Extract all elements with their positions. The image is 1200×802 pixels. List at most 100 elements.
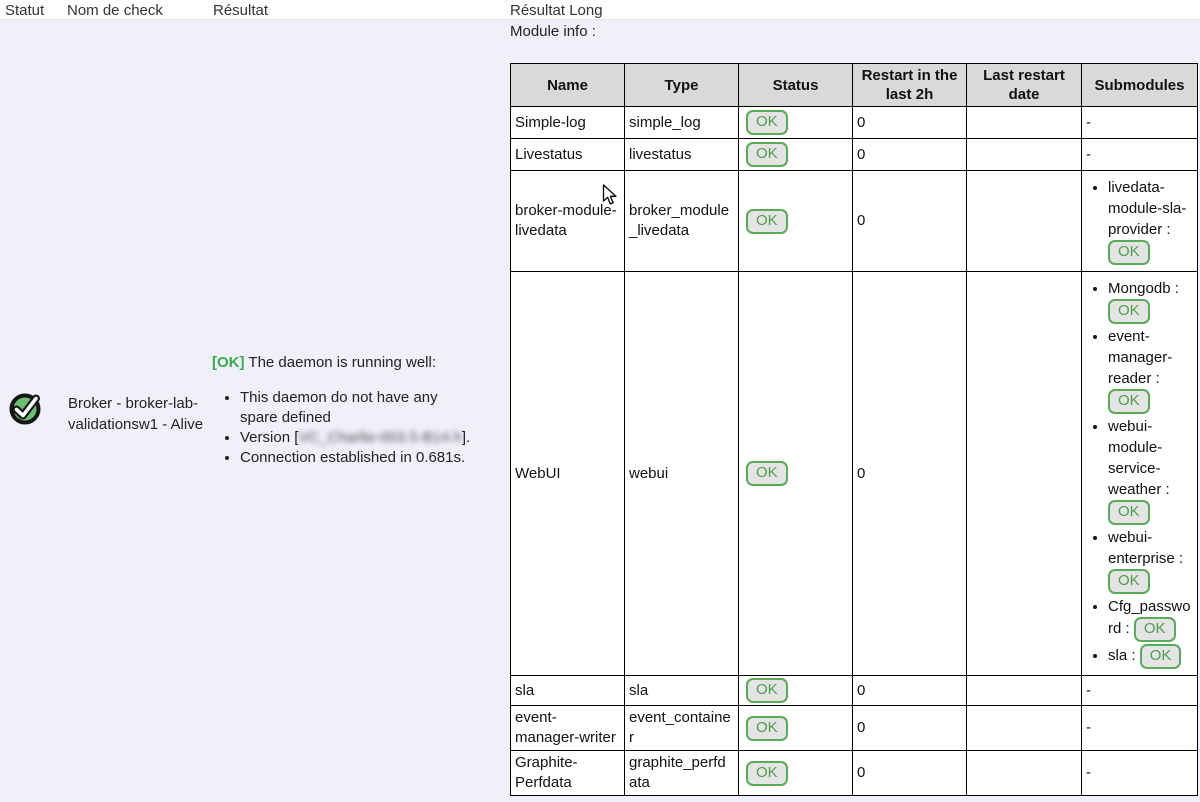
module-table-header-row: NameTypeStatusRestart in the last 2hLast…	[511, 64, 1198, 107]
module-type-cell: webui	[625, 272, 739, 676]
arrow-cursor-icon	[602, 184, 619, 207]
module-info-table: NameTypeStatusRestart in the last 2hLast…	[510, 63, 1198, 796]
module-type-cell: sla	[625, 676, 739, 706]
status-ok-check-icon	[7, 389, 45, 427]
module-table-header-cell: Status	[739, 64, 853, 107]
redacted-version-text: VC_Charlie-003.5-B14.h	[298, 429, 461, 446]
module-last-restart-date-cell	[967, 751, 1082, 796]
module-table-header-cell: Name	[511, 64, 625, 107]
module-name-cell: Graphite-Perfdata	[511, 751, 625, 796]
module-last-restart-date-cell	[967, 676, 1082, 706]
status-ok-badge: OK	[1140, 644, 1182, 669]
module-last-restart-date-cell	[967, 706, 1082, 751]
status-ok-badge: OK	[746, 110, 788, 135]
module-table-row: event-manager-writerevent_container OK 0 -	[511, 706, 1198, 751]
module-type-cell: graphite_perfdata	[625, 751, 739, 796]
module-status-cell: OK	[739, 139, 853, 171]
column-header-resultat: Résultat	[213, 2, 268, 19]
module-last-restart-date-cell	[967, 272, 1082, 676]
status-ok-badge: OK	[746, 209, 788, 234]
check-name: Broker - broker-lab-validationsw1 - Aliv…	[68, 393, 228, 435]
submodule-item: event-manager-reader : OK	[1108, 326, 1193, 414]
module-restart-count-cell: 0	[853, 107, 967, 139]
module-table-row: Graphite-Perfdatagraphite_perfdata OK 0 -	[511, 751, 1198, 796]
result-status-tag: [OK]	[212, 354, 245, 371]
module-table-body: Simple-logsimple_logOK0-Livestatuslivest…	[511, 107, 1198, 796]
column-header-resultat-long: Résultat Long	[510, 2, 603, 19]
module-name-cell: sla	[511, 676, 625, 706]
module-submodules-cell: -	[1082, 676, 1198, 706]
result-detail-item: This daemon do not have any spare define…	[240, 388, 476, 428]
module-submodules-cell: -	[1082, 751, 1198, 796]
module-last-restart-date-cell	[967, 107, 1082, 139]
status-ok-badge: OK	[1108, 569, 1150, 594]
submodule-label: webui-module-service-weather :	[1108, 418, 1170, 498]
module-type-cell: event_container	[625, 706, 739, 751]
module-table-header-cell: Type	[625, 64, 739, 107]
module-restart-count-cell: 0	[853, 139, 967, 171]
column-header-nom-de-check: Nom de check	[67, 2, 163, 19]
module-table-header-cell: Submodules	[1082, 64, 1198, 107]
submodule-item: livedata-module-sla-provider : OK	[1108, 177, 1193, 265]
module-type-cell: simple_log	[625, 107, 739, 139]
submodules-list: livedata-module-sla-provider : OK	[1086, 177, 1193, 265]
submodule-item: webui-enterprise : OK	[1108, 527, 1193, 594]
status-ok-badge: OK	[1108, 389, 1150, 414]
module-submodules-cell: -	[1082, 139, 1198, 171]
module-table-row: Simple-logsimple_log OK 0 -	[511, 107, 1198, 139]
status-ok-badge: OK	[1108, 240, 1150, 265]
result-block: [OK] The daemon is running well: This da…	[212, 353, 476, 468]
module-submodules-cell: -	[1082, 107, 1198, 139]
module-submodules-cell: -	[1082, 706, 1198, 751]
module-table-header-cell: Last restart date	[967, 64, 1082, 107]
module-status-cell: OK	[739, 272, 853, 676]
status-ok-badge: OK	[746, 461, 788, 486]
module-status-cell: OK	[739, 171, 853, 272]
module-submodules-cell: livedata-module-sla-provider : OK	[1082, 171, 1198, 272]
green-check-circle-icon	[7, 389, 45, 427]
module-last-restart-date-cell	[967, 139, 1082, 171]
result-headline: [OK] The daemon is running well:	[212, 353, 476, 373]
status-ok-badge: OK	[1134, 617, 1176, 642]
module-name-cell: Simple-log	[511, 107, 625, 139]
module-table-header-cell: Restart in the last 2h	[853, 64, 967, 107]
status-ok-badge: OK	[746, 678, 788, 703]
module-name-cell: Livestatus	[511, 139, 625, 171]
submodule-label: sla :	[1108, 647, 1140, 664]
result-detail-item: Connection established in 0.681s.	[240, 448, 476, 468]
module-submodules-cell: Mongodb : OKevent-manager-reader : OKweb…	[1082, 272, 1198, 676]
module-type-cell: livestatus	[625, 139, 739, 171]
status-ok-badge: OK	[746, 761, 788, 786]
mouse-cursor	[602, 184, 619, 207]
submodule-label: webui-enterprise :	[1108, 529, 1183, 567]
module-status-cell: OK	[739, 751, 853, 796]
submodule-item: Mongodb : OK	[1108, 278, 1193, 324]
module-name-cell: event-manager-writer	[511, 706, 625, 751]
module-status-cell: OK	[739, 676, 853, 706]
result-summary: The daemon is running well:	[248, 354, 436, 371]
module-table-row: WebUIwebuiOK0Mongodb : OKevent-manager-r…	[511, 272, 1198, 676]
submodules-list: Mongodb : OKevent-manager-reader : OKweb…	[1086, 278, 1193, 669]
submodule-item: webui-module-service-weather : OK	[1108, 416, 1193, 525]
module-status-cell: OK	[739, 706, 853, 751]
module-restart-count-cell: 0	[853, 676, 967, 706]
result-detail-item: Version [VC_Charlie-003.5-B14.h].	[240, 428, 476, 448]
module-restart-count-cell: 0	[853, 272, 967, 676]
submodule-label: Mongodb :	[1108, 280, 1179, 297]
module-restart-count-cell: 0	[853, 706, 967, 751]
module-table-row: Livestatuslivestatus OK 0 -	[511, 139, 1198, 171]
result-details-list: This daemon do not have any spare define…	[212, 388, 476, 468]
submodule-label: livedata-module-sla-provider :	[1108, 179, 1186, 238]
module-name-cell: WebUI	[511, 272, 625, 676]
module-info-title: Module info :	[510, 23, 596, 40]
module-table-row: slasla OK 0 -	[511, 676, 1198, 706]
module-restart-count-cell: 0	[853, 751, 967, 796]
module-type-cell: broker_module_livedata	[625, 171, 739, 272]
status-ok-badge: OK	[746, 716, 788, 741]
module-last-restart-date-cell	[967, 171, 1082, 272]
status-ok-badge: OK	[1108, 500, 1150, 525]
column-header-bar: Statut Nom de check Résultat Résultat Lo…	[0, 0, 1200, 20]
column-header-statut: Statut	[5, 2, 44, 19]
module-restart-count-cell: 0	[853, 171, 967, 272]
status-ok-badge: OK	[746, 142, 788, 167]
